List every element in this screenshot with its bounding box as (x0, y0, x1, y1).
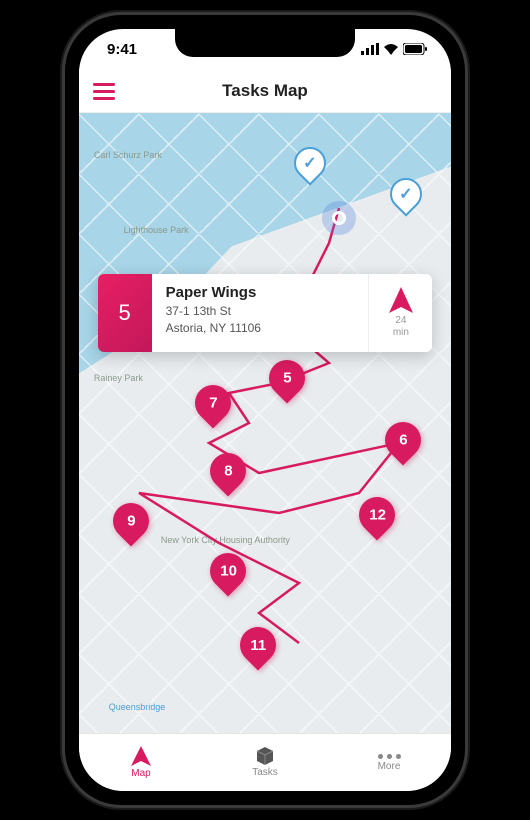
map-pin-9[interactable]: 9 (113, 503, 149, 547)
nav-map[interactable]: Map (79, 734, 203, 791)
signal-icon (361, 43, 379, 55)
check-icon: ✓ (303, 153, 316, 173)
nav-more[interactable]: More (327, 734, 451, 791)
map-label: Lighthouse Park (124, 225, 189, 235)
navigate-button[interactable]: 24 min (368, 274, 432, 352)
task-number: 5 (98, 274, 152, 352)
map-pin-11[interactable]: 11 (240, 627, 276, 671)
wifi-icon (383, 43, 399, 55)
eta-unit: min (393, 327, 409, 338)
task-address-line2: Astoria, NY 11106 (166, 320, 355, 337)
status-time: 9:41 (107, 41, 137, 58)
map[interactable]: Carl Schurz Park Lighthouse Park Rainey … (79, 113, 451, 733)
map-label: New York City Housing Authority (161, 535, 290, 545)
map-pin-8[interactable]: 8 (210, 453, 246, 497)
check-icon: ✓ (400, 184, 413, 204)
map-pin-6[interactable]: 6 (385, 422, 421, 466)
tasks-icon (255, 747, 275, 765)
task-address-line1: 37-1 13th St (166, 303, 355, 320)
map-pin-12[interactable]: 12 (359, 497, 395, 541)
nav-tasks[interactable]: Tasks (203, 734, 327, 791)
bottom-nav: Map Tasks More (79, 733, 451, 791)
completed-pin[interactable]: ✓ (390, 178, 422, 218)
menu-button[interactable] (93, 79, 115, 104)
header: Tasks Map (79, 69, 451, 113)
map-pin-10[interactable]: 10 (210, 553, 246, 597)
task-details: Paper Wings 37-1 13th St Astoria, NY 111… (152, 274, 369, 352)
map-pin-7[interactable]: 7 (195, 385, 231, 429)
map-pin-5[interactable]: 5 (269, 360, 305, 404)
navigation-arrow-icon (389, 287, 413, 313)
completed-pin[interactable]: ✓ (294, 147, 326, 187)
status-icons (361, 43, 427, 55)
map-label: Carl Schurz Park (94, 150, 162, 160)
map-label: Rainey Park (94, 373, 143, 383)
current-location-dot (332, 211, 346, 225)
map-nav-icon (131, 746, 151, 766)
task-name: Paper Wings (166, 284, 355, 301)
more-icon (378, 754, 401, 759)
task-info-card[interactable]: 5 Paper Wings 37-1 13th St Astoria, NY 1… (98, 274, 433, 352)
map-label: Queensbridge (109, 702, 166, 712)
page-title: Tasks Map (222, 81, 308, 101)
battery-icon (403, 43, 427, 55)
eta-value: 24 (395, 315, 406, 326)
